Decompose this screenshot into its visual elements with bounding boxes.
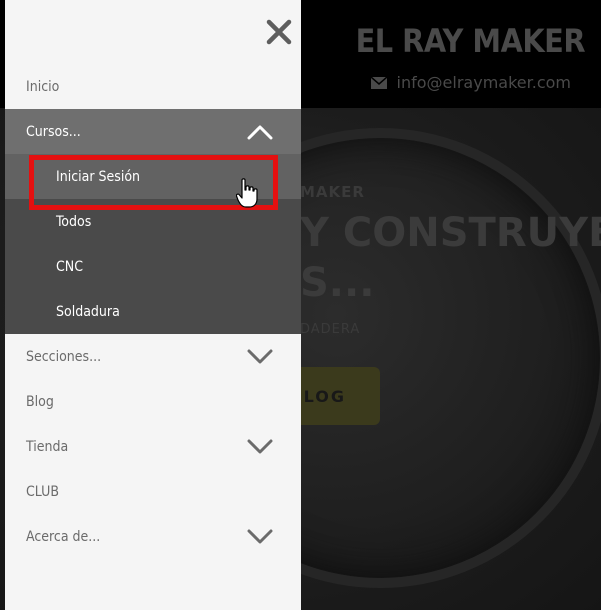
drawer-menu: Inicio Cursos... Iniciar Sesión Todos CN… [5,64,301,559]
close-button[interactable] [265,18,293,46]
email-text: info@elraymaker.com [396,73,571,92]
hero-small-text: DADERA [300,322,361,337]
close-icon [266,19,292,45]
menu-item-inicio[interactable]: Inicio [5,64,301,109]
submenu-item-label: CNC [56,258,84,275]
chevron-down-icon[interactable] [247,439,273,455]
menu-item-acerca-de[interactable]: Acerca de... [5,514,301,559]
side-drawer: Inicio Cursos... Iniciar Sesión Todos CN… [5,0,301,610]
chevron-down-icon[interactable] [247,529,273,545]
chevron-up-icon[interactable] [247,124,273,140]
menu-item-label: Acerca de... [26,528,101,545]
submenu-item-label: Soldadura [56,303,120,320]
menu-item-club[interactable]: CLUB [5,469,301,514]
submenu-item-iniciar-sesion[interactable]: Iniciar Sesión [5,154,301,199]
menu-item-blog[interactable]: Blog [5,379,301,424]
menu-item-label: Secciones... [26,348,102,365]
hero-subheading: S... [300,260,375,306]
menu-item-secciones[interactable]: Secciones... [5,334,301,379]
cursos-submenu: Iniciar Sesión Todos CNC Soldadura [5,154,301,334]
menu-item-tienda[interactable]: Tienda [5,424,301,469]
menu-item-label: Blog [26,393,54,410]
submenu-item-cnc[interactable]: CNC [5,244,301,289]
envelope-icon [370,76,387,89]
hero-heading: Y CONSTRUYE [300,210,601,256]
submenu-item-todos[interactable]: Todos [5,199,301,244]
site-email[interactable]: info@elraymaker.com [370,73,571,92]
menu-item-cursos[interactable]: Cursos... [5,109,301,154]
menu-item-label: Tienda [26,438,69,455]
submenu-item-label: Iniciar Sesión [56,168,141,185]
submenu-item-label: Todos [56,213,92,230]
hero-kicker: MAKER [300,183,365,201]
submenu-item-soldadura[interactable]: Soldadura [5,289,301,334]
menu-item-label: Cursos... [26,123,81,140]
menu-item-label: Inicio [26,78,60,95]
menu-item-label: CLUB [26,483,59,500]
chevron-down-icon[interactable] [247,349,273,365]
site-title[interactable]: EL RAY MAKER [356,22,586,60]
